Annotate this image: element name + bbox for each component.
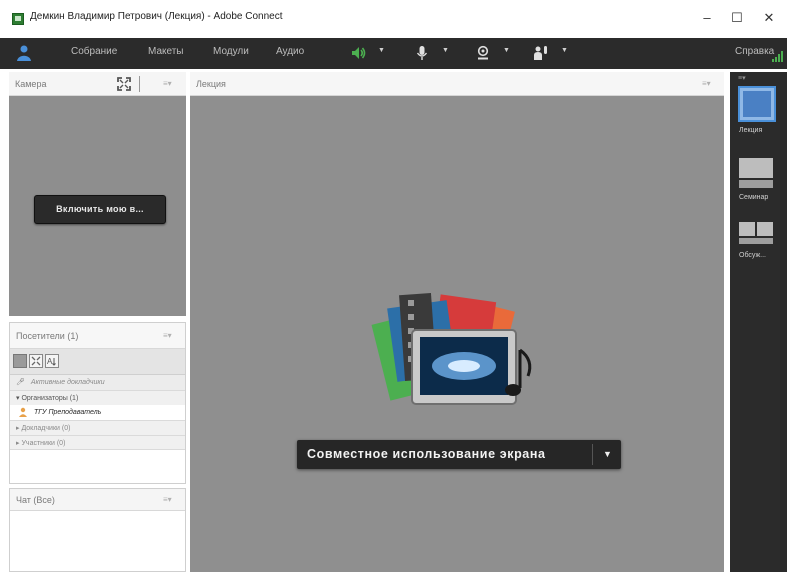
menu-help[interactable]: Справка [735, 46, 774, 57]
chevron-down-icon[interactable]: ▼ [594, 440, 621, 469]
close-button[interactable]: ✕ [752, 6, 786, 30]
share-my-screen-button[interactable]: Совместное использование экрана ▼ [297, 440, 621, 469]
menu-pods[interactable]: Модули [213, 46, 249, 57]
button-divider [592, 444, 593, 465]
list-view-icon[interactable] [13, 354, 27, 368]
maximize-button[interactable]: ☐ [720, 6, 754, 30]
raise-hand-control[interactable]: ▼ [533, 43, 577, 63]
menu-layouts[interactable]: Макеты [148, 46, 184, 57]
share-my-screen-label: Совместное использование экрана [307, 447, 546, 461]
group-hosts[interactable]: ▾ Организаторы (1) [10, 390, 185, 405]
sort-icon[interactable]: A [45, 354, 59, 368]
speaker-icon [352, 47, 366, 59]
attendees-pod-title: Посетители (1) [16, 331, 79, 341]
share-pod-header: Лекция ≡▾ [190, 72, 724, 96]
layouts-bar: ≡▾ Лекция Семинар Обсуж... [730, 72, 787, 572]
layout-discussion[interactable] [739, 222, 773, 252]
chat-pod: Чат (Все) ≡▾ [9, 488, 186, 572]
microphone-icon [416, 46, 428, 60]
fullscreen-icon[interactable] [117, 77, 131, 91]
layouts-bar-menu-icon[interactable]: ≡▾ [738, 74, 746, 82]
attendee-name: ТГУ Преподаватель [33, 409, 102, 416]
menu-audio[interactable]: Аудио [276, 46, 304, 57]
group-label: Участники (0) [21, 440, 66, 447]
group-label: Организаторы (1) [21, 395, 79, 402]
webcam-control[interactable]: ▼ [475, 43, 519, 63]
chevron-down-icon: ▼ [503, 47, 510, 54]
adobe-connect-logo-icon[interactable] [16, 44, 32, 62]
pod-options-icon[interactable]: ≡▾ [702, 79, 711, 88]
connection-status-icon [772, 51, 783, 62]
chat-pod-header: Чат (Все) ≡▾ [10, 489, 185, 511]
attendee-row[interactable]: ТГУ Преподаватель [10, 405, 185, 420]
breakout-view-icon[interactable] [29, 354, 43, 368]
webcam-icon [477, 45, 489, 60]
layout-discussion-preview-c [739, 238, 773, 244]
pod-options-icon[interactable]: ≡▾ [163, 331, 172, 340]
enable-my-camera-button[interactable]: Включить мою в... [34, 195, 166, 224]
chat-pod-title: Чат (Все) [16, 495, 55, 505]
chevron-down-icon: ▼ [561, 47, 568, 54]
svg-text:A: A [47, 357, 53, 366]
group-presenters[interactable]: ▸ Докладчики (0) [10, 420, 185, 435]
chevron-down-icon: ▼ [378, 47, 385, 54]
window-title: Демкин Владимир Петрович (Лекция) - Adob… [30, 11, 283, 22]
pod-options-icon[interactable]: ≡▾ [163, 79, 172, 88]
layout-discussion-preview-b [757, 222, 773, 236]
layout-lecture-label: Лекция [739, 127, 763, 134]
active-speakers-row: 🎤︎ Активные докладчики [10, 375, 185, 390]
layout-seminar[interactable] [739, 158, 773, 188]
layout-seminar-preview-top [739, 158, 773, 178]
group-label: Докладчики (0) [21, 425, 71, 432]
menu-meeting[interactable]: Собрание [71, 46, 117, 57]
host-user-icon [19, 407, 27, 418]
layout-discussion-label: Обсуж... [739, 252, 766, 259]
layout-seminar-preview-bottom [739, 180, 773, 188]
layout-lecture[interactable] [738, 86, 776, 122]
attendees-view-toolbar: A [10, 349, 185, 375]
speaker-control[interactable]: ▼ [350, 43, 396, 63]
raise-hand-icon [534, 46, 547, 60]
microphone-control[interactable]: ▼ [414, 43, 458, 63]
attendees-pod: Посетители (1) ≡▾ A 🎤︎ Активные докладчи… [9, 322, 186, 484]
share-pod-title: Лекция [196, 79, 226, 89]
camera-pod-header: Камера ≡▾ [9, 72, 186, 96]
chevron-down-icon: ▼ [442, 47, 449, 54]
header-divider [139, 76, 140, 92]
attendees-pod-header: Посетители (1) ≡▾ [10, 323, 185, 349]
pod-options-icon[interactable]: ≡▾ [163, 495, 172, 504]
speaker-status-icon: 🎤︎ [16, 379, 25, 386]
share-content-illustration-icon [371, 292, 532, 405]
minimize-button[interactable]: – [690, 6, 724, 30]
camera-pod [9, 72, 186, 316]
camera-pod-title: Камера [15, 79, 47, 89]
layout-lecture-preview [743, 91, 771, 117]
active-speakers-label: Активные докладчики [30, 379, 105, 386]
adobe-connect-app-icon [12, 13, 24, 25]
layout-discussion-preview-a [739, 222, 755, 236]
layout-seminar-label: Семинар [739, 194, 769, 201]
group-participants[interactable]: ▸ Участники (0) [10, 435, 185, 450]
